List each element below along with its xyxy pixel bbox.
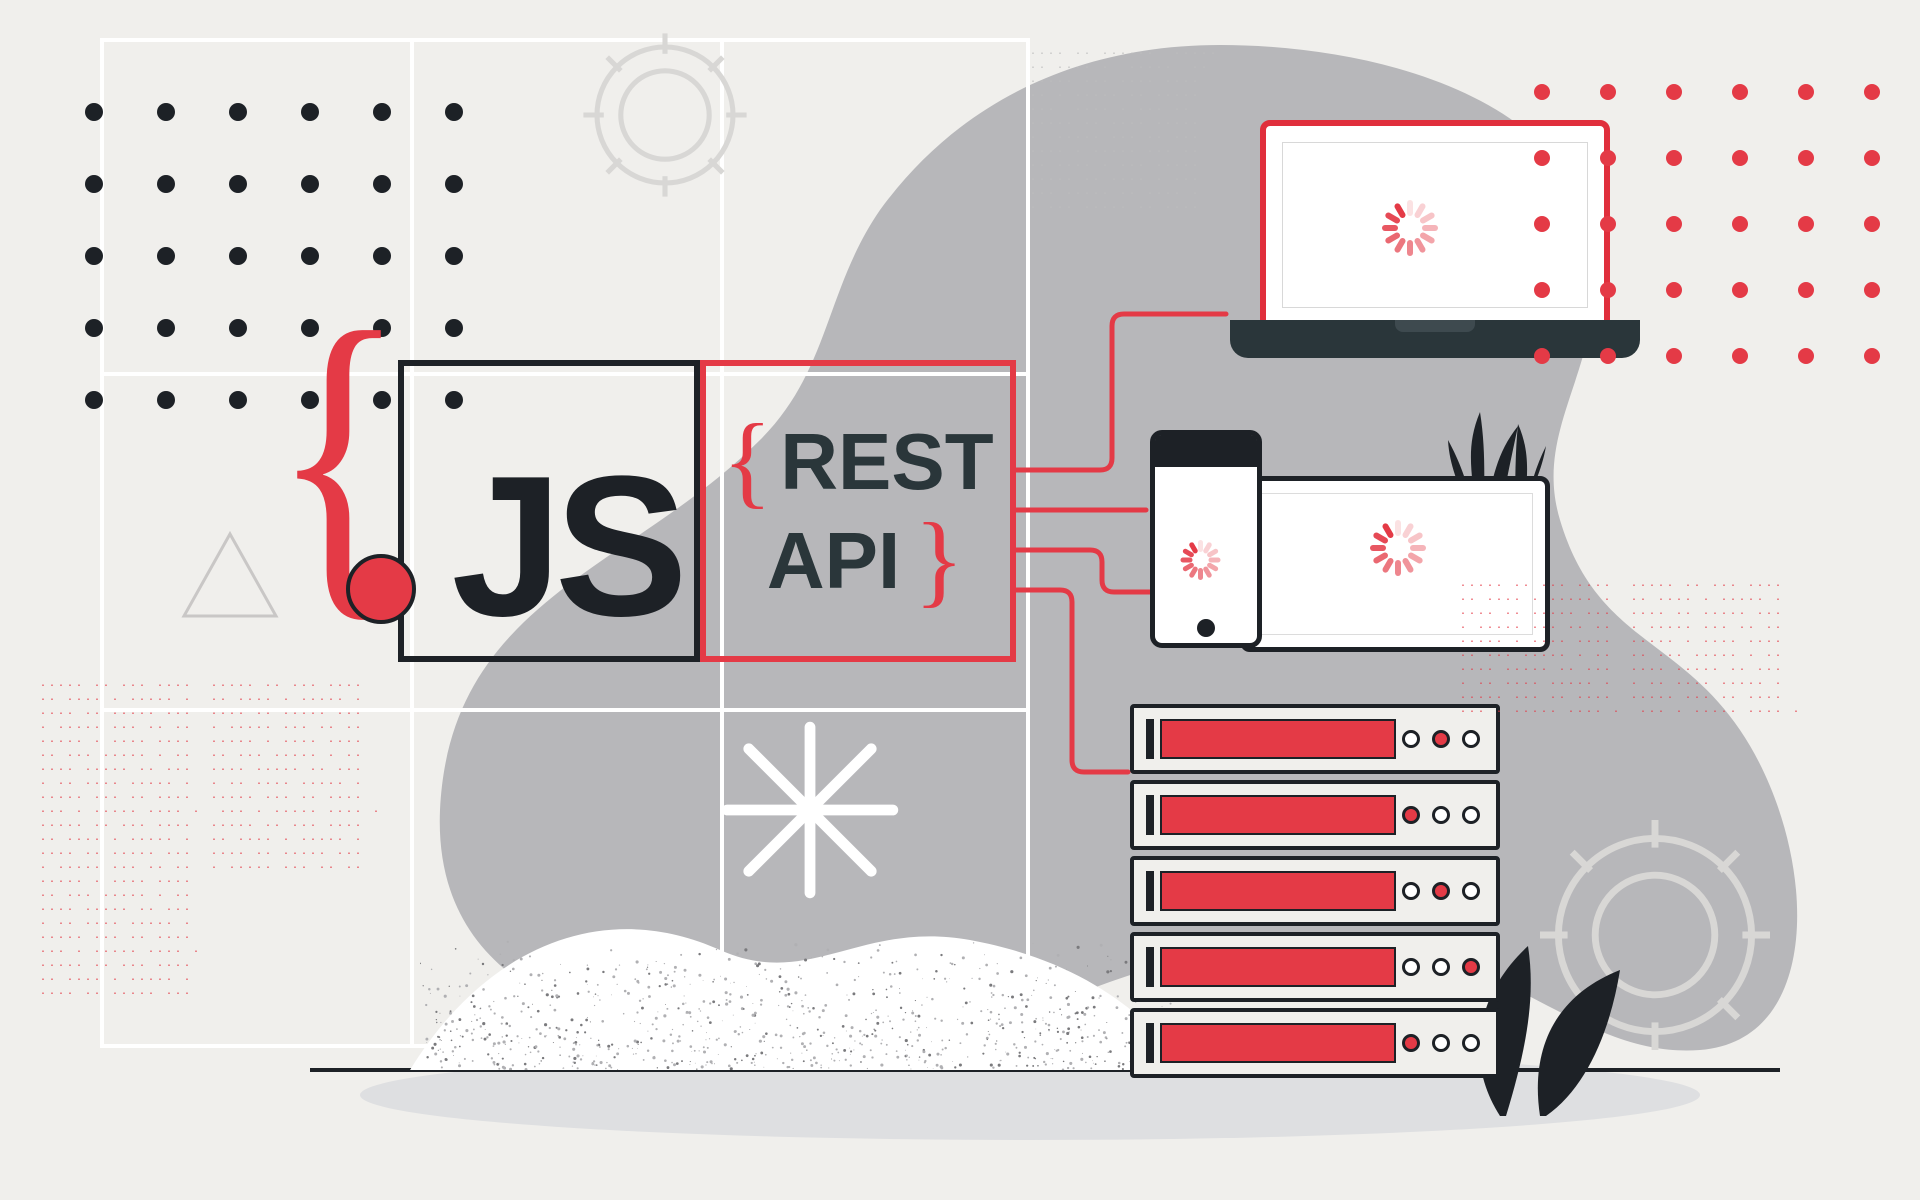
server-stack (1130, 704, 1500, 1084)
illustration-stage: { JS {REST API} (0, 0, 1920, 1200)
server-rack (1130, 1008, 1500, 1078)
loading-spinner-icon (1180, 540, 1220, 580)
phone-icon (1150, 430, 1262, 648)
server-rack (1130, 780, 1500, 850)
code-matrix-decoration: ····· ·· ··· ···· ····· ·· ··· ···· ·· ·… (40, 680, 382, 1002)
server-rack (1130, 856, 1500, 926)
loading-spinner-icon (1370, 520, 1426, 576)
server-rack (1130, 704, 1500, 774)
code-matrix-decoration: ····· ·· ··· ···· ····· ·· ··· ···· ·· ·… (1460, 580, 1802, 720)
code-matrix-decoration: ···· ·· ······ ····· ·· ···· · ····· ·· … (1030, 48, 1219, 216)
server-rack (1130, 932, 1500, 1002)
loading-spinner-icon (1382, 200, 1438, 256)
